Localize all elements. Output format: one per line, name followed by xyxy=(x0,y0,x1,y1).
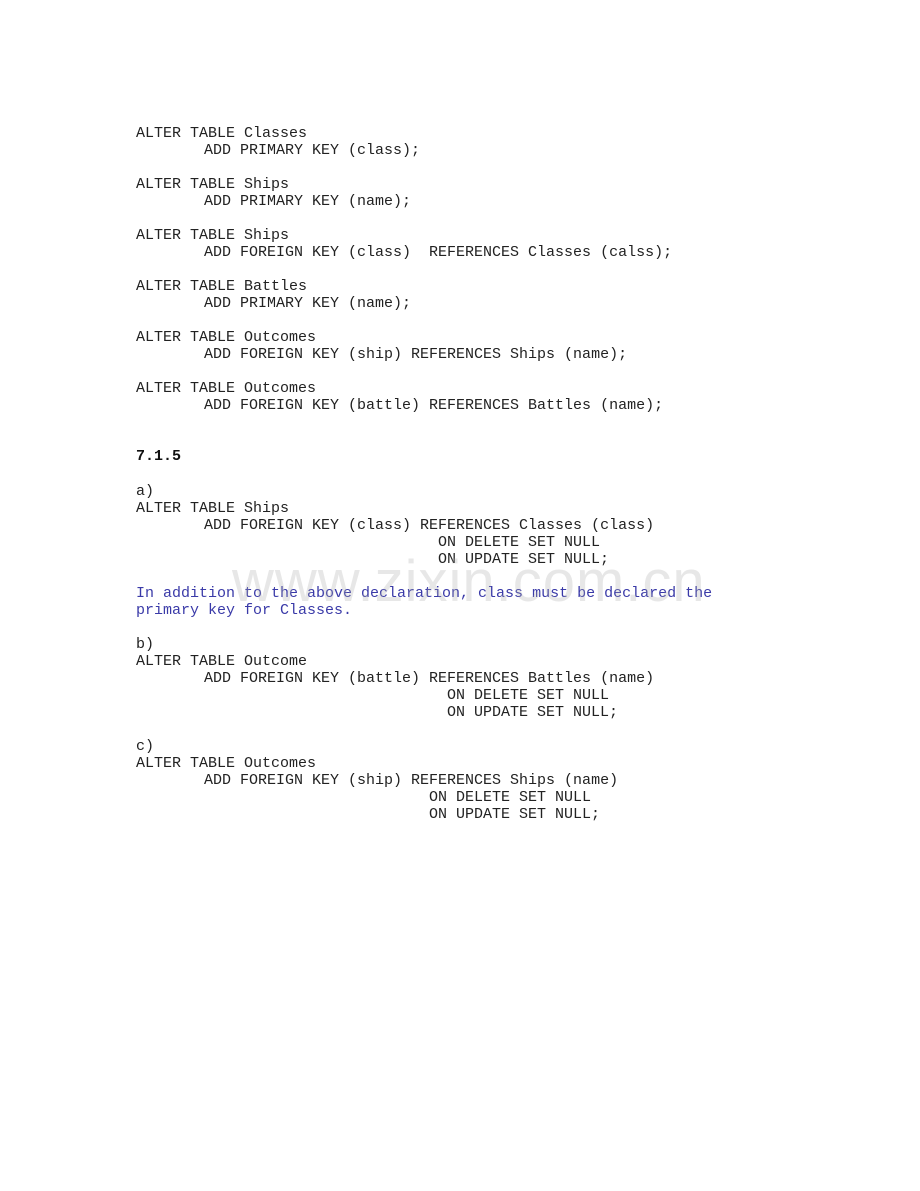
part-b-statement-head: ALTER TABLE Outcome xyxy=(136,653,308,670)
sql-statement-body: ADD FOREIGN KEY (ship) REFERENCES Ships … xyxy=(204,346,628,363)
sql-statement-head: ALTER TABLE Outcomes xyxy=(136,329,317,346)
part-a-note-line-2: primary key for Classes. xyxy=(136,602,353,619)
sql-statement-body: ADD FOREIGN KEY (battle) REFERENCES Batt… xyxy=(204,397,664,414)
part-c-statement-head: ALTER TABLE Outcomes xyxy=(136,755,317,772)
part-a-on-update: ON UPDATE SET NULL; xyxy=(438,551,610,568)
part-b-on-delete: ON DELETE SET NULL xyxy=(447,687,610,704)
part-b-label: b) xyxy=(136,636,155,653)
part-a-label: a) xyxy=(136,483,155,500)
sql-statement-body: ADD PRIMARY KEY (class); xyxy=(204,142,421,159)
part-a-statement-head: ALTER TABLE Ships xyxy=(136,500,290,517)
sql-statement-head: ALTER TABLE Outcomes xyxy=(136,380,317,397)
part-b-statement-body: ADD FOREIGN KEY (battle) REFERENCES Batt… xyxy=(204,670,655,687)
section-heading: 7.1.5 xyxy=(136,448,182,465)
part-c-on-delete: ON DELETE SET NULL xyxy=(429,789,592,806)
part-b-on-update: ON UPDATE SET NULL; xyxy=(447,704,619,721)
part-c-on-update: ON UPDATE SET NULL; xyxy=(429,806,601,823)
part-a-note-line-1: In addition to the above declaration, cl… xyxy=(136,585,713,602)
part-c-statement-body: ADD FOREIGN KEY (ship) REFERENCES Ships … xyxy=(204,772,619,789)
document-page: ALTER TABLE Classes ADD PRIMARY KEY (cla… xyxy=(0,0,920,1191)
sql-statement-head: ALTER TABLE Battles xyxy=(136,278,308,295)
part-a-on-delete: ON DELETE SET NULL xyxy=(438,534,601,551)
sql-statement-body: ADD PRIMARY KEY (name); xyxy=(204,193,412,210)
sql-statement-head: ALTER TABLE Ships xyxy=(136,176,290,193)
sql-statement-body: ADD FOREIGN KEY (class) REFERENCES Class… xyxy=(204,244,673,261)
part-c-label: c) xyxy=(136,738,155,755)
sql-statement-head: ALTER TABLE Ships xyxy=(136,227,290,244)
sql-statement-body: ADD PRIMARY KEY (name); xyxy=(204,295,412,312)
sql-statement-head: ALTER TABLE Classes xyxy=(136,125,308,142)
part-a-statement-body: ADD FOREIGN KEY (class) REFERENCES Class… xyxy=(204,517,655,534)
